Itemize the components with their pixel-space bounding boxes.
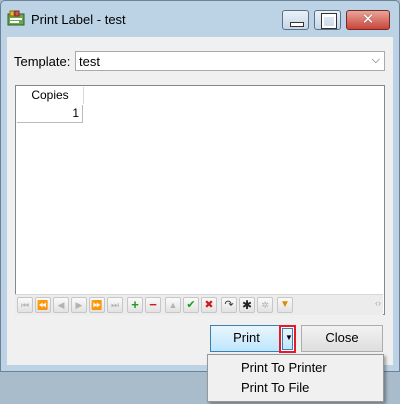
post-check-icon[interactable]: ✔ xyxy=(183,297,199,313)
print-dropdown-inner[interactable]: ▼ xyxy=(282,328,293,350)
dropdown-arrow-icon: ▼ xyxy=(285,333,293,342)
maximize-icon xyxy=(321,13,337,29)
print-options-menu: Print To Printer Print To File xyxy=(207,354,384,402)
bookmark-star-icon[interactable]: ✱ xyxy=(239,297,255,313)
filter-icon[interactable]: ▼ xyxy=(277,297,293,313)
template-label: Template: xyxy=(14,54,71,69)
menu-item-print-to-printer[interactable]: Print To Printer xyxy=(241,360,327,375)
goto-bookmark-icon[interactable]: ✲ xyxy=(257,297,273,313)
maximize-button[interactable] xyxy=(314,10,341,30)
minimize-button[interactable] xyxy=(282,10,309,30)
column-header-copies[interactable]: Copies xyxy=(17,87,84,104)
navigator-scroll-arrows[interactable]: ‹› xyxy=(375,298,381,308)
title-bar[interactable]: Print Label - test ✕ xyxy=(1,1,399,35)
next-record-icon[interactable]: ▶ xyxy=(71,297,87,313)
print-label-window: Print Label - test ✕ Template: test ⌵ Co… xyxy=(0,0,400,372)
edit-record-icon[interactable]: ▲ xyxy=(165,297,181,313)
copies-cell[interactable]: 1 xyxy=(17,105,83,123)
add-record-icon[interactable]: + xyxy=(127,297,143,313)
window-title: Print Label - test xyxy=(31,12,126,27)
minimize-icon xyxy=(290,22,304,27)
copies-grid[interactable]: Copies 1 xyxy=(15,85,385,315)
print-dropdown-button[interactable]: ▼ xyxy=(279,325,296,353)
last-record-icon[interactable]: ⏭ xyxy=(107,297,123,313)
close-icon: ✕ xyxy=(361,11,375,28)
first-record-icon[interactable]: ⏮ xyxy=(17,297,33,313)
menu-item-print-to-file[interactable]: Print To File xyxy=(241,380,309,395)
print-button[interactable]: Print xyxy=(210,325,283,352)
template-select-value: test xyxy=(79,54,100,69)
close-window-button[interactable]: ✕ xyxy=(346,10,390,30)
close-button[interactable]: Close xyxy=(301,325,383,352)
next-page-icon[interactable]: ⏩ xyxy=(89,297,105,313)
chevron-down-icon[interactable]: ⌵ xyxy=(372,54,380,67)
template-select[interactable]: test ⌵ xyxy=(75,51,385,71)
refresh-icon[interactable]: ↷ xyxy=(221,297,237,313)
dialog-body: Template: test ⌵ Copies 1 ⏮ ⏪ ◀ ▶ ⏩ ⏭ + … xyxy=(7,37,393,365)
data-navigator: ⏮ ⏪ ◀ ▶ ⏩ ⏭ + − ▲ ✔ ✖ ↷ ✱ ✲ ▼ ‹› xyxy=(15,294,383,315)
label-app-icon xyxy=(7,10,25,26)
prior-page-icon[interactable]: ⏪ xyxy=(35,297,51,313)
prior-record-icon[interactable]: ◀ xyxy=(53,297,69,313)
delete-record-icon[interactable]: − xyxy=(145,297,161,313)
cancel-x-icon[interactable]: ✖ xyxy=(201,297,217,313)
